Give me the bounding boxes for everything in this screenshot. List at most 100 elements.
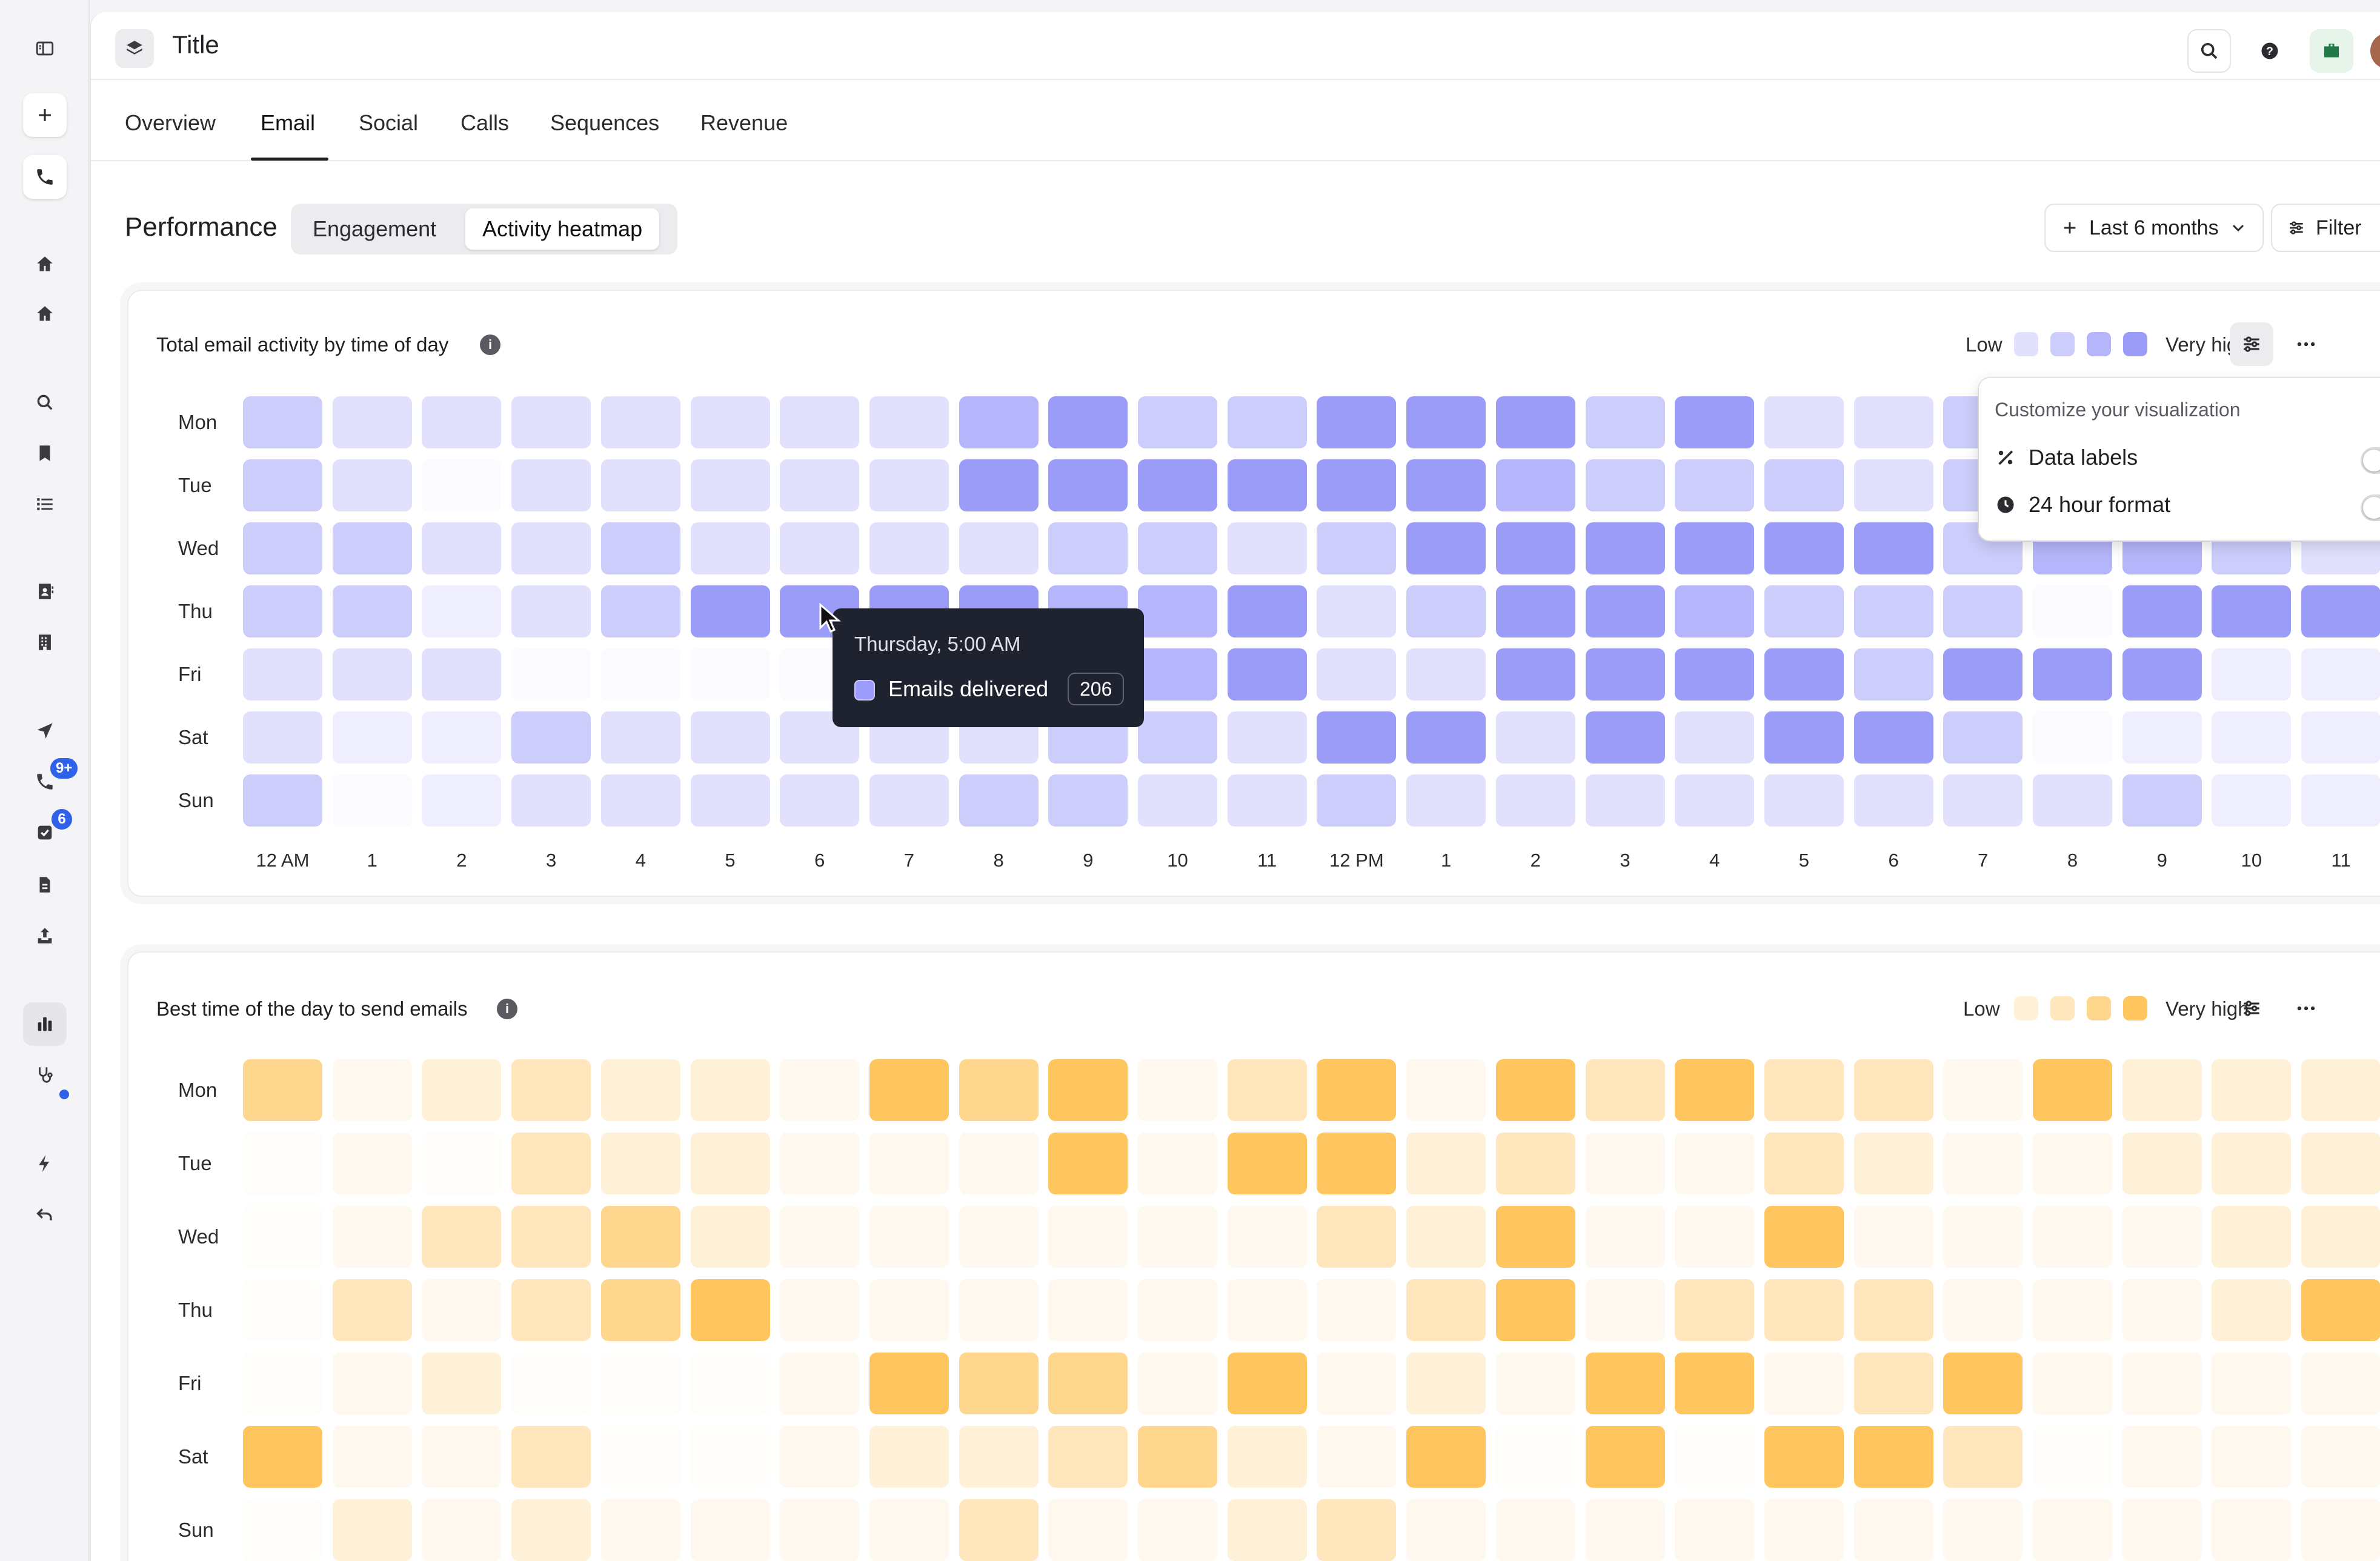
heatmap-cell[interactable] [1675, 585, 1755, 637]
heatmap-cell[interactable] [869, 396, 949, 448]
heatmap-cell[interactable] [2212, 648, 2292, 701]
heatmap-cell[interactable] [600, 396, 680, 448]
heatmap-cell[interactable] [1853, 1499, 1933, 1561]
heatmap-cell[interactable] [332, 1206, 412, 1268]
heatmap-cell[interactable] [243, 459, 322, 511]
heatmap-cell[interactable] [2301, 1133, 2380, 1194]
heatmap-cell[interactable] [2033, 585, 2112, 637]
heatmap-cell[interactable] [959, 1279, 1039, 1341]
heatmap-cell[interactable] [1227, 1499, 1307, 1561]
heatmap-cell[interactable] [959, 1499, 1039, 1561]
heatmap-cell[interactable] [600, 585, 680, 637]
heatmap-cell[interactable] [959, 1426, 1039, 1488]
heatmap-cell[interactable] [1227, 1353, 1307, 1414]
heatmap-cell[interactable] [690, 1426, 770, 1488]
heatmap-cell[interactable] [1495, 585, 1575, 637]
heatmap-cell[interactable] [2122, 1059, 2202, 1121]
segment-activity-heatmap[interactable]: Activity heatmap [465, 208, 660, 250]
heatmap-cell[interactable] [1227, 1279, 1307, 1341]
heatmap-cell[interactable] [2212, 1499, 2292, 1561]
avatar[interactable] [2370, 33, 2380, 69]
heatmap-cell[interactable] [1138, 1133, 1217, 1194]
heatmap-cell[interactable] [780, 1059, 860, 1121]
heatmap-cell[interactable] [332, 1059, 412, 1121]
heatmap-cell[interactable] [1048, 1426, 1128, 1488]
heatmap-cell[interactable] [422, 396, 502, 448]
heatmap-cell[interactable] [1853, 396, 1933, 448]
heatmap-cell[interactable] [1675, 648, 1755, 701]
heatmap-cell[interactable] [1317, 585, 1397, 637]
heatmap-cell[interactable] [511, 459, 591, 511]
heatmap-cell[interactable] [2212, 1133, 2292, 1194]
heatmap-cell[interactable] [600, 1279, 680, 1341]
heatmap-cell[interactable] [1943, 585, 2023, 637]
heatmap-cell[interactable] [2301, 1206, 2380, 1268]
heatmap-cell[interactable] [690, 1279, 770, 1341]
heatmap-cell[interactable] [690, 522, 770, 574]
heatmap-cell[interactable] [869, 1279, 949, 1341]
heatmap-cell[interactable] [332, 1426, 412, 1488]
more-options-icon[interactable] [2284, 987, 2328, 1030]
heatmap-cell[interactable] [869, 1426, 949, 1488]
heatmap-cell[interactable] [511, 711, 591, 764]
heatmap-cell[interactable] [1585, 1059, 1665, 1121]
heatmap-cell[interactable] [690, 585, 770, 637]
heatmap-cell[interactable] [1585, 522, 1665, 574]
search-icon[interactable] [2187, 29, 2231, 73]
heatmap-cell[interactable] [1406, 1206, 1486, 1268]
heatmap-cell[interactable] [2033, 1279, 2112, 1341]
heatmap-cell[interactable] [869, 1059, 949, 1121]
heatmap-cell[interactable] [1406, 1499, 1486, 1561]
heatmap-cell[interactable] [1764, 585, 1844, 637]
heatmap-cell[interactable] [2212, 1353, 2292, 1414]
heatmap-cell[interactable] [959, 522, 1039, 574]
heatmap-cell[interactable] [243, 774, 322, 827]
heatmap-cell[interactable] [1495, 711, 1575, 764]
heatmap-cell[interactable] [1048, 1279, 1128, 1341]
heatmap-cell[interactable] [1138, 1353, 1217, 1414]
heatmap-cell[interactable] [243, 396, 322, 448]
heatmap-cell[interactable] [2301, 1353, 2380, 1414]
heatmap-cell[interactable] [1317, 522, 1397, 574]
heatmap-cell[interactable] [2212, 711, 2292, 764]
heatmap-cell[interactable] [332, 1499, 412, 1561]
hour-format-option[interactable]: 24 hour format [1995, 492, 2170, 518]
heatmap-cell[interactable] [2212, 1206, 2292, 1268]
heatmap-cell[interactable] [690, 396, 770, 448]
heatmap-cell[interactable] [1317, 1059, 1397, 1121]
heatmap-cell[interactable] [1048, 774, 1128, 827]
heatmap-cell[interactable] [780, 1133, 860, 1194]
heatmap-cell[interactable] [1317, 1279, 1397, 1341]
heatmap-cell[interactable] [1227, 522, 1307, 574]
heatmap-cell[interactable] [1585, 1206, 1665, 1268]
heatmap-cell[interactable] [1943, 1059, 2023, 1121]
heatmap-cell[interactable] [1048, 1059, 1128, 1121]
heatmap-cell[interactable] [600, 648, 680, 701]
heatmap-cell[interactable] [1585, 648, 1665, 701]
heatmap-cell[interactable] [1943, 774, 2023, 827]
heatmap-cell[interactable] [1138, 711, 1217, 764]
heatmap-cell[interactable] [1853, 774, 1933, 827]
heatmap-cell[interactable] [422, 1133, 502, 1194]
heatmap-cell[interactable] [1764, 396, 1844, 448]
heatmap-cell[interactable] [2301, 1279, 2380, 1341]
heatmap-cell[interactable] [690, 1206, 770, 1268]
heatmap-cell[interactable] [2033, 774, 2112, 827]
heatmap-cell[interactable] [2122, 1279, 2202, 1341]
heatmap-cell[interactable] [1495, 1426, 1575, 1488]
heatmap-cell[interactable] [959, 1353, 1039, 1414]
heatmap-cell[interactable] [2301, 1059, 2380, 1121]
heatmap-cell[interactable] [2122, 1133, 2202, 1194]
heatmap-cell[interactable] [243, 1206, 322, 1268]
heatmap-cell[interactable] [1853, 1206, 1933, 1268]
heatmap-cell[interactable] [511, 1059, 591, 1121]
heatmap-cell[interactable] [690, 1353, 770, 1414]
customize-sliders-icon[interactable] [2230, 987, 2273, 1030]
hour-format-toggle[interactable] [2361, 494, 2380, 521]
heatmap-cell[interactable] [1406, 1353, 1486, 1414]
heatmap-cell[interactable] [1227, 711, 1307, 764]
heatmap-cell[interactable] [2122, 648, 2202, 701]
heatmap-cell[interactable] [1406, 522, 1486, 574]
heatmap-cell[interactable] [511, 774, 591, 827]
analytics-icon[interactable] [23, 1002, 67, 1046]
